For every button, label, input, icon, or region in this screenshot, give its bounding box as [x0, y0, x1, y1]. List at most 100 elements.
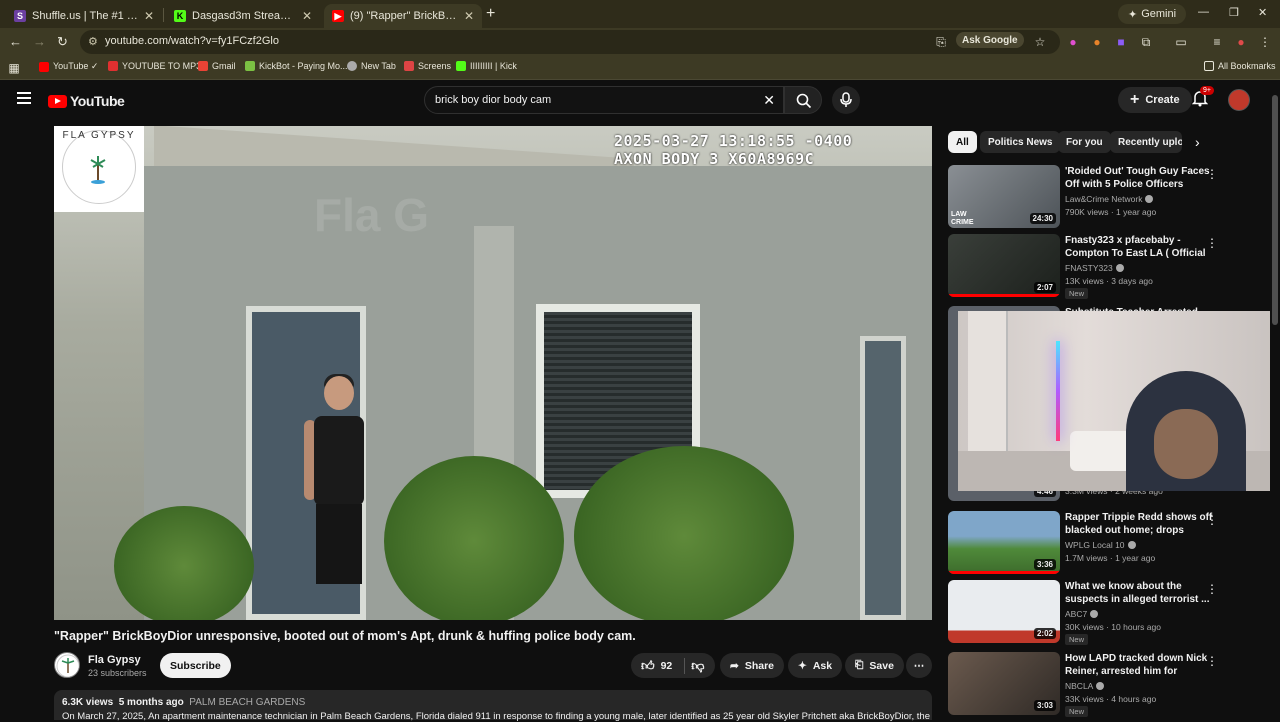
upload-age: 5 months ago [118, 697, 184, 708]
shuffle-favicon-icon: S [14, 10, 26, 22]
hamburger-menu-icon[interactable] [17, 92, 31, 107]
bookmark-new-tab[interactable]: New Tab [347, 61, 396, 71]
video-person [304, 374, 374, 596]
tab-kick-stream[interactable]: K Dasgasd3m Stream - Watch Liv ✕ [166, 4, 320, 28]
chip-recently-uploaded[interactable]: Recently uploa [1110, 131, 1182, 153]
search-input[interactable]: brick boy dior body cam ✕ [424, 86, 784, 114]
recommendation-title: Fnasty323 x pfacebaby - Compton To East … [1065, 235, 1206, 259]
bookmark-youtube[interactable]: YouTube ✓ [39, 61, 98, 72]
bookmark-star-icon[interactable]: ☆ [1033, 35, 1047, 49]
tab-shuffle[interactable]: S Shuffle.us | The #1 Free to Play ✕ [6, 4, 162, 28]
recommendation-item[interactable]: 2:07 Fnasty323 x pfacebaby - Compton To … [948, 234, 1268, 299]
like-dislike-group: 👍︎ 92 👎︎ [631, 653, 715, 678]
video-tags[interactable]: PALM BEACH GARDENS [189, 697, 305, 708]
recommendation-item[interactable]: 3:03 How LAPD tracked down Nick Reiner, … [948, 652, 1268, 717]
watch-progress-bar [948, 294, 1060, 297]
search-button[interactable] [784, 86, 822, 114]
bookmark-kickbot[interactable]: KickBot - Paying Mo... [245, 61, 348, 71]
like-button[interactable]: 👍︎ 92 [641, 658, 672, 674]
recommendation-item[interactable]: LAW CRIME 24:30 'Roided Out' Tough Guy Fa… [948, 165, 1268, 229]
close-icon[interactable]: ✕ [464, 9, 474, 23]
clear-search-icon[interactable]: ✕ [763, 92, 775, 109]
recommendation-channel: ABC7 [1065, 609, 1099, 619]
bookmark-screens[interactable]: Screens [404, 61, 451, 71]
side-panel-icon[interactable]: ▭ [1174, 35, 1188, 49]
save-label: Save [869, 659, 894, 672]
media-controls-icon[interactable]: ≡ [1210, 35, 1224, 49]
forward-icon[interactable]: → [33, 34, 46, 49]
channel-watermark: Fla G [314, 189, 430, 241]
back-icon[interactable]: ← [9, 34, 22, 49]
extensions-puzzle-icon[interactable]: ⧉ [1139, 35, 1153, 49]
dislike-button[interactable]: 👎︎ [691, 658, 704, 674]
more-vertical-icon[interactable]: ⋮ [1206, 654, 1218, 668]
extension-1-icon[interactable]: ● [1066, 35, 1080, 49]
maximize-icon[interactable]: ❐ [1229, 6, 1239, 19]
ask-button[interactable]: ✦ Ask [788, 653, 843, 678]
create-button[interactable]: + Create [1118, 87, 1192, 113]
ask-google-button[interactable]: Ask Google [956, 32, 1024, 48]
chip-all[interactable]: All [948, 131, 977, 153]
reload-icon[interactable]: ↻ [57, 34, 68, 50]
subscribe-button[interactable]: Subscribe [160, 653, 231, 678]
video-duration: 2:07 [1033, 282, 1056, 293]
close-icon[interactable]: ✕ [302, 9, 312, 23]
bookmark-gmail[interactable]: Gmail [198, 61, 236, 71]
channel-logo-overlay: FLA GYPSY [54, 126, 144, 212]
new-badge: New [1065, 706, 1089, 717]
notifications-button[interactable]: 9+ [1191, 86, 1214, 112]
gemini-button[interactable]: ✦ Gemini [1118, 4, 1187, 24]
verified-icon [1090, 610, 1099, 618]
extension-3-icon[interactable]: ■ [1114, 35, 1128, 49]
video-player[interactable]: Fla G 2025-03-27 13:18:55 -0400 AXON BOD… [54, 126, 932, 620]
site-info-icon[interactable]: ⚙ [88, 35, 98, 48]
video-side-door [860, 336, 906, 620]
ask-google-label: Ask Google [962, 34, 1018, 46]
kickbot-icon [245, 61, 255, 71]
youtube-logo[interactable]: YouTube [48, 93, 125, 109]
page-scrollbar[interactable] [1270, 81, 1280, 720]
account-avatar[interactable] [1228, 89, 1250, 111]
chip-politics-news[interactable]: Politics News [980, 131, 1061, 153]
share-button[interactable]: ➦ Share [720, 653, 784, 678]
bookmark-kick[interactable]: IIIIIIIII | Kick [456, 61, 517, 71]
channel-name[interactable]: Fla Gypsy [88, 654, 141, 666]
recommendation-item[interactable]: 2:02 What we know about the suspects in … [948, 580, 1268, 645]
menu-kebab-icon[interactable]: ⋮ [1258, 35, 1272, 49]
more-vertical-icon[interactable]: ⋮ [1206, 582, 1218, 596]
gmail-icon [198, 61, 208, 71]
close-icon[interactable]: ✕ [144, 9, 154, 23]
more-actions-button[interactable]: ⋯ [906, 653, 932, 678]
minimize-icon[interactable]: — [1198, 6, 1209, 18]
tab-youtube-video[interactable]: ▶ (9) "Rapper" BrickBoyDior unres ✕ [324, 4, 482, 28]
close-window-icon[interactable]: ✕ [1258, 6, 1267, 19]
notification-count-badge: 9+ [1200, 86, 1214, 95]
bookmark-youtube-to-mp3[interactable]: YOUTUBE TO MP3 [108, 61, 201, 71]
all-bookmarks[interactable]: All Bookmarks [1204, 61, 1276, 71]
gemini-icon: ✦ [1128, 8, 1138, 21]
recommendation-channel: Law&Crime Network [1065, 194, 1154, 204]
profile-icon[interactable]: ● [1234, 35, 1248, 49]
chip-for-you[interactable]: For you [1058, 131, 1111, 153]
install-app-icon[interactable]: ⎘ [934, 35, 948, 49]
address-bar[interactable]: ⚙ youtube.com/watch?v=fy1FCzf2Glo [80, 30, 1060, 54]
more-vertical-icon[interactable]: ⋮ [1206, 236, 1218, 250]
recommendation-meta: 790K views · 1 year ago [1065, 207, 1157, 217]
new-tab-icon[interactable]: + [486, 5, 495, 23]
more-vertical-icon[interactable]: ⋮ [1206, 513, 1218, 527]
apps-grid-icon[interactable]: ▦ [7, 61, 21, 75]
channel-avatar[interactable] [54, 652, 80, 678]
recommendation-item[interactable]: 3:36 Rapper Trippie Redd shows off black… [948, 511, 1268, 575]
kick-icon [456, 61, 466, 71]
chevron-right-icon[interactable]: › [1195, 134, 1200, 150]
extension-2-icon[interactable]: ● [1090, 35, 1104, 49]
subscriber-count: 23 subscribers [88, 668, 147, 678]
save-button[interactable]: ⎗ Save [845, 653, 904, 678]
video-duration: 3:03 [1033, 700, 1056, 711]
voice-search-button[interactable] [832, 86, 860, 114]
bookmark-icon: ⎗ [855, 659, 864, 671]
description-box[interactable]: 6.3K views 5 months ago PALM BEACH GARDE… [54, 690, 932, 722]
bookmark-label: YOUTUBE TO MP3 [122, 61, 202, 71]
new-badge: New [1065, 288, 1089, 299]
more-vertical-icon[interactable]: ⋮ [1206, 167, 1218, 181]
